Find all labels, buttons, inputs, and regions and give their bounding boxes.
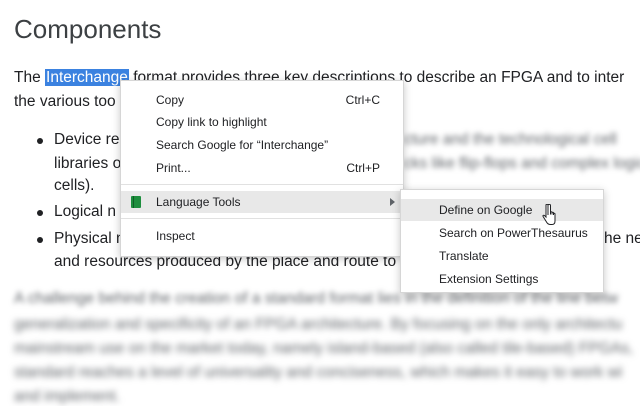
list-item: Logical n xyxy=(54,203,117,220)
menu-item-search-google[interactable]: Search Google for “Interchange” xyxy=(121,134,403,156)
paragraph-text: The xyxy=(14,69,46,86)
list-item-tail: he ne xyxy=(604,230,640,247)
paragraph-2-line: standard reaches a level of universality… xyxy=(14,364,623,381)
bullet-dot xyxy=(37,237,43,243)
menu-item-language-tools[interactable]: Language Tools xyxy=(121,191,403,213)
blurred-text: cture and the technological cell xyxy=(404,131,617,148)
menu-separator xyxy=(121,184,403,185)
menu-separator xyxy=(121,218,403,219)
submenu-arrow-icon xyxy=(390,198,395,206)
shortcut-label: Ctrl+C xyxy=(345,93,380,107)
paragraph-1-line-2: the various too xyxy=(14,93,116,110)
list-item-line: libraries o xyxy=(54,155,122,172)
context-menu: Copy Ctrl+C Copy link to highlight Searc… xyxy=(120,80,404,257)
paragraph-2-line: and implement. xyxy=(14,388,120,405)
book-icon xyxy=(131,196,141,208)
pointer-cursor-icon xyxy=(542,204,556,225)
submenu-item-extension-settings[interactable]: Extension Settings xyxy=(401,268,603,290)
language-tools-submenu: Define on Google Search on PowerThesauru… xyxy=(400,189,604,293)
list-item-line: cells). xyxy=(54,177,95,194)
list-item: Device re xyxy=(54,131,120,148)
list-item: Physical n xyxy=(54,230,125,247)
submenu-item-search-powerthesaurus[interactable]: Search on PowerThesaurus xyxy=(401,222,603,244)
page-title: Components xyxy=(14,14,162,44)
bullet-dot xyxy=(37,210,43,216)
selected-word[interactable]: Interchange xyxy=(45,69,129,86)
bullet-dot xyxy=(37,138,43,144)
shortcut-label: Ctrl+P xyxy=(346,161,380,175)
menu-item-copy[interactable]: Copy Ctrl+C xyxy=(121,89,403,111)
blurred-text: cks like flip-flops and complex logic xyxy=(404,155,640,172)
paragraph-2-line: mainstream use on the market today, name… xyxy=(14,340,634,357)
menu-item-print[interactable]: Print... Ctrl+P xyxy=(121,157,403,179)
submenu-item-translate[interactable]: Translate xyxy=(401,245,603,267)
menu-item-inspect[interactable]: Inspect xyxy=(121,225,403,247)
submenu-item-define-on-google[interactable]: Define on Google xyxy=(401,199,603,221)
menu-item-copy-link-to-highlight[interactable]: Copy link to highlight xyxy=(121,111,403,133)
paragraph-2-line: generalization and specificity of an FPG… xyxy=(14,316,623,333)
